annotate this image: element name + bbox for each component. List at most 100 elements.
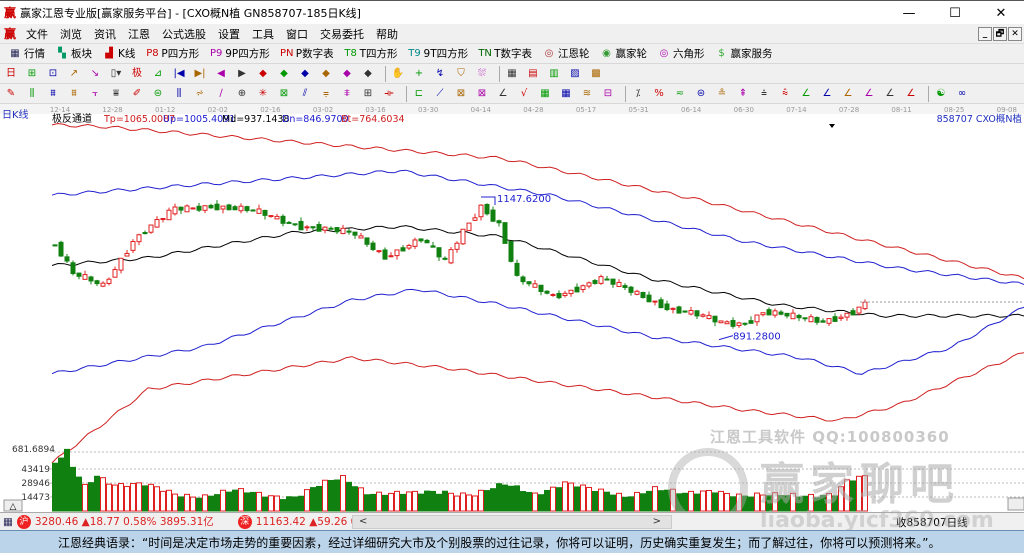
tool-icon[interactable]: ≋ — [580, 87, 594, 101]
tool-icon[interactable]: ⟛ — [382, 87, 396, 101]
tool-icon[interactable]: ▩ — [589, 67, 603, 81]
tool-icon[interactable]: ▶ — [235, 67, 249, 81]
tool-icon[interactable]: ⁒ — [631, 87, 645, 101]
tool-icon[interactable]: ▦ — [538, 87, 552, 101]
tool-icon[interactable]: + — [412, 67, 426, 81]
tool-icon[interactable]: ◆ — [361, 67, 375, 81]
tool-icon[interactable]: ↘ — [88, 67, 102, 81]
tool-icon[interactable]: ∠ — [799, 87, 813, 101]
toolbar-button[interactable]: ◎ 六角形 — [653, 46, 709, 61]
menu-item[interactable]: 浏览 — [54, 26, 88, 42]
tool-icon[interactable]: ◀ — [214, 67, 228, 81]
tool-icon[interactable]: ∠ — [820, 87, 834, 101]
tool-icon[interactable]: ▨ — [568, 67, 582, 81]
menu-item[interactable]: 帮助 — [370, 26, 404, 42]
shanghai-index-value[interactable]: 3280.46 ▲18.77 0.58% 3895.31亿 — [35, 514, 214, 529]
tool-icon[interactable]: ⩩ — [67, 87, 81, 101]
tool-icon[interactable]: ⫽ — [298, 87, 312, 101]
tool-icon[interactable]: ☯ — [934, 87, 948, 101]
tool-icon[interactable]: ⊠ — [277, 87, 291, 101]
tool-icon[interactable]: ⩸ — [109, 87, 123, 101]
tool-icon[interactable]: ▶| — [193, 67, 207, 81]
tool-icon[interactable]: ⫼ — [172, 87, 186, 101]
tool-icon[interactable]: ▯▾ — [109, 67, 123, 81]
tool-icon[interactable]: ✋ — [391, 67, 405, 81]
toolbar-button[interactable]: TN T数字表 — [474, 46, 536, 61]
tool-icon[interactable]: ∠ — [883, 87, 897, 101]
menu-item[interactable]: 窗口 — [280, 26, 314, 42]
horizontal-scrollbar[interactable]: < > — [352, 515, 672, 529]
collapse-triangle-icon[interactable]: △ — [10, 502, 17, 512]
scroll-right-button[interactable]: > — [653, 516, 661, 527]
calculator-icon[interactable]: ▦ — [3, 516, 13, 528]
toolbar-button[interactable]: PN P数字表 — [276, 46, 338, 61]
tool-icon[interactable]: ✳ — [256, 87, 270, 101]
mdi-minimize-button[interactable]: _ — [978, 27, 992, 41]
tool-icon[interactable]: ∕ — [214, 87, 228, 101]
menu-item[interactable]: 公式选股 — [156, 26, 212, 42]
tool-icon[interactable]: ⊕ — [235, 87, 249, 101]
tool-icon[interactable]: ⛆ — [475, 67, 489, 81]
toolbar-button[interactable]: ▟ K线 — [98, 46, 139, 61]
toolbar-button[interactable]: T9 9T四方形 — [404, 46, 473, 61]
menu-item[interactable]: 交易委托 — [314, 26, 370, 42]
tool-icon[interactable]: ≗ — [715, 87, 729, 101]
tool-icon[interactable]: ⩫ — [193, 87, 207, 101]
tool-icon[interactable]: ⊠ — [475, 87, 489, 101]
tool-icon[interactable]: ⊞ — [25, 67, 39, 81]
tool-icon[interactable]: ⩨ — [340, 87, 354, 101]
tool-icon[interactable]: ∞ — [955, 87, 969, 101]
menu-item[interactable]: 设置 — [212, 26, 246, 42]
tool-icon[interactable]: % — [652, 87, 666, 101]
tool-icon[interactable]: ▦ — [505, 67, 519, 81]
menu-item[interactable]: 资讯 — [88, 26, 122, 42]
tool-icon[interactable]: ∠ — [862, 87, 876, 101]
tool-icon[interactable]: ⊏ — [412, 87, 426, 101]
tool-icon[interactable]: ⛉ — [454, 67, 468, 81]
tool-icon[interactable]: ◆ — [340, 67, 354, 81]
toolbar-button[interactable]: $ 赢家服务 — [711, 46, 777, 61]
close-button[interactable]: ✕ — [978, 1, 1024, 25]
tool-icon[interactable]: ↯ — [433, 67, 447, 81]
tool-icon[interactable]: ◆ — [277, 67, 291, 81]
toolbar-button[interactable]: ◎ 江恩轮 — [538, 46, 594, 61]
tool-icon[interactable]: ⊿ — [151, 67, 165, 81]
tool-icon[interactable]: ⩩ — [46, 87, 60, 101]
tool-icon[interactable]: 日▾ — [4, 67, 18, 93]
tool-icon[interactable]: ⩮ — [757, 87, 771, 101]
tool-icon[interactable]: ⊞ — [361, 87, 375, 101]
tool-icon[interactable]: ▤ — [526, 67, 540, 81]
toolbar-button[interactable]: ◉ 赢家轮 — [596, 46, 652, 61]
menu-item[interactable]: 文件 — [20, 26, 54, 42]
toolbar-button[interactable]: P8 P四方形 — [141, 46, 203, 61]
tool-icon[interactable]: ⊡ — [46, 67, 60, 81]
tool-icon[interactable]: ◆ — [319, 67, 333, 81]
tool-icon[interactable]: ▥ — [547, 67, 561, 81]
tool-icon[interactable]: ⩦ — [319, 87, 333, 101]
toolbar-button[interactable]: ▦ 行情 — [4, 46, 49, 61]
maximize-button[interactable]: ☐ — [932, 1, 978, 25]
tool-icon[interactable]: ⊜ — [151, 87, 165, 101]
menu-item[interactable]: 江恩 — [122, 26, 156, 42]
toolbar-button[interactable]: ▚ 板块 — [51, 46, 96, 61]
minimize-button[interactable]: — — [886, 1, 932, 25]
tool-icon[interactable]: ◆ — [298, 67, 312, 81]
tool-icon[interactable]: ✎ — [4, 87, 18, 101]
tool-icon[interactable]: ∠ — [496, 87, 510, 101]
mdi-restore-button[interactable]: 🗗 — [993, 27, 1007, 41]
tool-icon[interactable]: ≂ — [673, 87, 687, 101]
tool-icon[interactable]: ⩯ — [778, 87, 792, 101]
tool-icon[interactable]: ⟋ — [433, 87, 447, 101]
tool-icon[interactable]: 极 — [130, 67, 144, 81]
tool-icon[interactable]: ⊠ — [454, 87, 468, 101]
tool-icon[interactable]: ↗ — [67, 67, 81, 81]
tool-icon[interactable]: ⇞ — [736, 87, 750, 101]
tool-icon[interactable]: |◀ — [172, 67, 186, 81]
mdi-close-button[interactable]: ✕ — [1008, 27, 1022, 41]
tool-icon[interactable]: √ — [517, 87, 531, 101]
tool-icon[interactable]: ⊟ — [601, 87, 615, 101]
tool-icon[interactable]: ▦ — [559, 87, 573, 101]
tool-icon[interactable]: ◆ — [256, 67, 270, 81]
tool-icon[interactable]: ∠ — [841, 87, 855, 101]
tool-icon[interactable]: ✐ — [130, 87, 144, 101]
